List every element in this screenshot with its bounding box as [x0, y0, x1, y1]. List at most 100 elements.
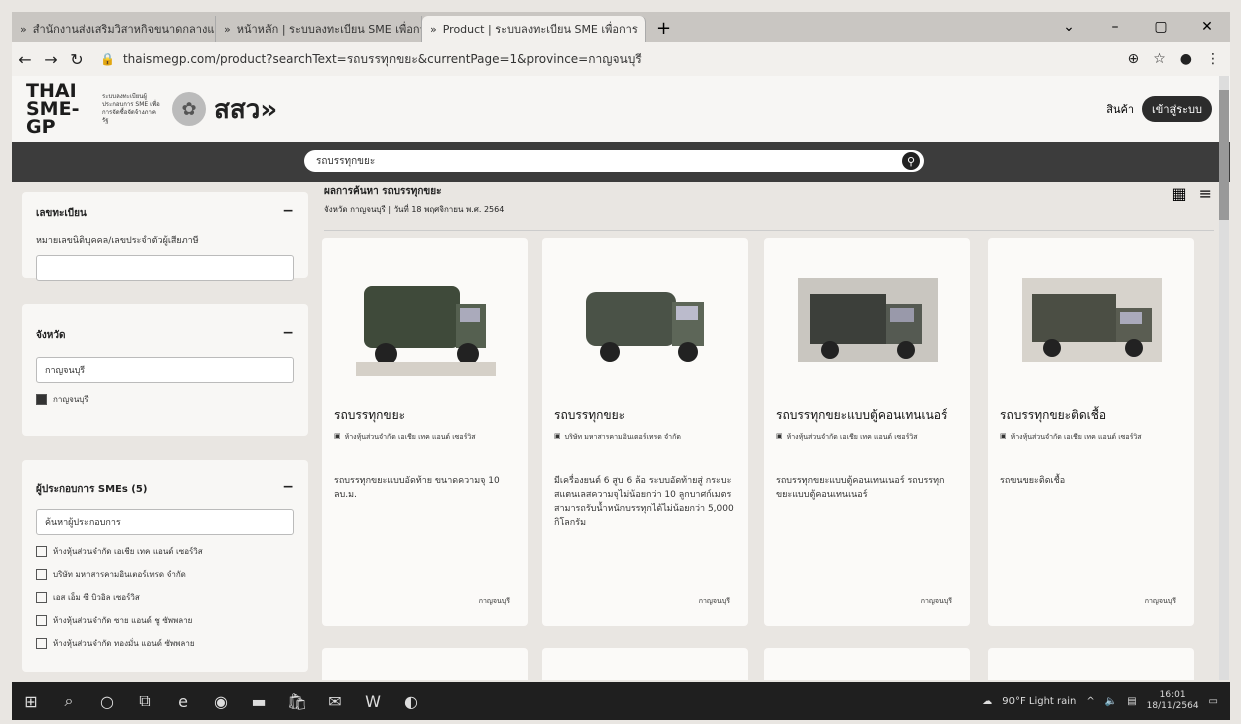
results-subtitle: จังหวัด กาญจนบุรี | วันที่ 18 พฤศจิกายน … [324, 205, 505, 214]
weather-text[interactable]: 90°F Light rain [1002, 696, 1076, 707]
seller-checkbox[interactable]: เอส เอ็ม ซี บิวอิล เซอร์วิส [36, 591, 294, 604]
taskbar-clock[interactable]: 16:01 18/11/2564 [1147, 690, 1199, 712]
results-title: ผลการค้นหา รถบรรทุกขยะ [324, 186, 442, 197]
menu-kebab-icon[interactable]: ⋮ [1206, 51, 1220, 67]
seller-checkbox[interactable]: บริษัท มหาสารคามอินเตอร์เทรด จำกัด [36, 568, 294, 581]
logo-subtitle: ระบบลงทะเบียนผู้ประกอบการ SME เพื่อการจั… [102, 93, 160, 124]
product-card[interactable]: รถบรรทุกขยะแบบตู้คอนเทนเนอร์ ▣ ห้างหุ้นส่… [764, 238, 970, 626]
clock-date: 18/11/2564 [1146, 701, 1199, 711]
word-icon[interactable]: W [354, 692, 392, 711]
windows-start-icon[interactable]: ⊞ [12, 692, 50, 711]
volume-icon[interactable]: 🔈 [1105, 696, 1117, 707]
search-icon[interactable]: ⚲ [902, 152, 920, 170]
checkbox-icon [36, 615, 47, 626]
search-icon[interactable]: ⌕ [50, 691, 88, 711]
maximize-icon[interactable]: ▢ [1138, 19, 1184, 35]
view-toggle: ▦ ≡ [1171, 184, 1212, 203]
emblem-icon: ✿ [172, 92, 206, 126]
store-icon: ▣ [776, 432, 783, 440]
grid-view-icon[interactable]: ▦ [1171, 184, 1186, 203]
scrollbar-thumb[interactable] [1219, 90, 1229, 220]
list-view-icon[interactable]: ≡ [1199, 184, 1212, 203]
profile-icon[interactable]: ● [1180, 51, 1192, 67]
product-description: รถบรรทุกขยะแบบอัดท้าย ขนาดความจุ 10 ลบ.ม… [334, 476, 500, 500]
lock-icon: 🔒 [100, 52, 115, 66]
chrome-icon[interactable]: ◉ [202, 692, 240, 711]
page-scrollbar[interactable] [1219, 76, 1229, 680]
seller-checkbox-label: ห้างหุ้นส่วนจำกัด ทองมั่น แอนด์ ซัพพลาย [53, 639, 195, 648]
collapse-icon[interactable]: − [282, 480, 294, 497]
tab-search-icon[interactable]: ⌄ [1046, 19, 1092, 35]
url-field[interactable]: 🔒 thaismegp.com/product?searchText=รถบรร… [100, 46, 1117, 72]
minimize-icon[interactable]: – [1092, 19, 1138, 35]
mail-icon[interactable]: ✉ [316, 692, 354, 711]
search-input-value: รถบรรทุกขยะ [316, 155, 376, 167]
search-band: รถบรรทุกขยะ ⚲ [12, 142, 1230, 182]
cortana-icon[interactable]: ○ [88, 692, 126, 711]
reload-icon[interactable]: ↻ [64, 50, 90, 69]
system-tray: ☁ 90°F Light rain ^ 🔈 ▤ 16:01 18/11/2564… [982, 690, 1230, 712]
cart-link[interactable]: สินค้า [1106, 100, 1134, 118]
browser-tab[interactable]: » หน้าหลัก | ระบบลงทะเบียน SME เพื่อการ … [216, 16, 422, 42]
product-card[interactable]: รถบรรทุกขยะ ▣ ห้างหุ้นส่วนจำกัด เอเชีย เท… [322, 238, 528, 626]
new-tab-button[interactable]: + [646, 16, 681, 42]
site-favicon-icon: » [224, 23, 231, 36]
seller-checkbox[interactable]: ห้างหุ้นส่วนจำกัด ทองมั่น แอนด์ ซัพพลาย [36, 637, 294, 650]
tab-label: Product | ระบบลงทะเบียน SME เพื่อการ [442, 23, 638, 36]
product-title[interactable]: รถบรรทุกขยะติดเชื้อ [1000, 406, 1190, 425]
task-view-icon[interactable]: ⧉ [126, 691, 164, 711]
product-title[interactable]: รถบรรทุกขยะแบบตู้คอนเทนเนอร์ [776, 406, 966, 425]
seller-checkbox-label: ห้างหุ้นส่วนจำกัด เอเชีย เทค แอนด์ เซอร์… [53, 547, 203, 556]
bookmark-star-icon[interactable]: ☆ [1153, 51, 1166, 67]
seller-checkbox[interactable]: ห้างหุ้นส่วนจำกัด เอเชีย เทค แอนด์ เซอร์… [36, 545, 294, 558]
zoom-icon[interactable]: ⊕ [1127, 51, 1139, 67]
product-seller-name: ห้างหุ้นส่วนจำกัด เอเชีย เทค แอนด์ เซอร์… [344, 433, 476, 441]
product-card[interactable] [988, 648, 1194, 680]
collapse-icon[interactable]: − [282, 204, 294, 221]
edge-browser-icon[interactable]: e [164, 692, 202, 711]
forward-arrow-icon[interactable]: → [38, 50, 64, 69]
product-seller: ▣ ห้างหุ้นส่วนจำกัด เอเชีย เทค แอนด์ เซอร… [1000, 432, 1190, 443]
app-icon[interactable]: ◐ [392, 692, 430, 711]
filter-province-title: จังหวัด [36, 330, 66, 341]
register-number-input[interactable] [36, 255, 294, 281]
notification-icon[interactable]: ▭ [1209, 696, 1218, 707]
product-seller: ▣ บริษัท มหาสารคามอินเตอร์เทรด จำกัด [554, 432, 744, 443]
product-card[interactable] [542, 648, 748, 680]
checkbox-icon [36, 592, 47, 603]
file-explorer-icon[interactable]: ▬ [240, 692, 278, 711]
store-icon[interactable]: 🛍 [278, 692, 316, 711]
collapse-icon[interactable]: − [282, 326, 294, 343]
brand-logo: สสว» [214, 94, 278, 125]
seller-checkbox-label: บริษัท มหาสารคามอินเตอร์เทรด จำกัด [53, 570, 186, 579]
store-icon: ▣ [1000, 432, 1007, 440]
seller-search-input[interactable]: ค้นหาผู้ประกอบการ [36, 509, 294, 535]
product-card[interactable] [764, 648, 970, 680]
product-title[interactable]: รถบรรทุกขยะ [554, 406, 744, 425]
pickup-truck-image [1022, 278, 1162, 362]
search-input[interactable]: รถบรรทุกขยะ ⚲ [304, 150, 924, 172]
product-card[interactable]: รถบรรทุกขยะติดเชื้อ ▣ ห้างหุ้นส่วนจำกัด เ… [988, 238, 1194, 626]
product-card[interactable] [322, 648, 528, 680]
product-seller-name: ห้างหุ้นส่วนจำกัด เอเชีย เทค แอนด์ เซอร์… [786, 433, 918, 441]
clock-time: 16:01 [1159, 690, 1186, 700]
browser-tab-strip: » สำนักงานส่งเสริมวิสาหกิจขนาดกลางและ ✕ … [12, 12, 1230, 42]
site-favicon-icon: » [20, 23, 27, 36]
product-location: กาญจนบุรี [920, 597, 952, 605]
close-window-icon[interactable]: ✕ [1184, 19, 1230, 35]
filter-register-sub: หมายเลขนิติบุคคล/เลขประจำตัวผู้เสียภาษี [36, 236, 199, 246]
product-card[interactable]: รถบรรทุกขยะ ▣ บริษัท มหาสารคามอินเตอร์เทร… [542, 238, 748, 626]
province-input[interactable]: กาญจนบุรี [36, 357, 294, 383]
back-arrow-icon[interactable]: ← [12, 50, 38, 69]
garbage-truck-image [356, 264, 496, 376]
product-title[interactable]: รถบรรทุกขยะ [334, 406, 524, 425]
province-checkbox[interactable]: กาญจนบุรี [36, 393, 294, 406]
seller-checkbox[interactable]: ห้างหุ้นส่วนจำกัด ซาย แอนด์ ชู ซัพพลาย [36, 614, 294, 627]
site-logo[interactable]: THAI SME-GP ระบบลงทะเบียนผู้ประกอบการ SM… [26, 82, 278, 137]
browser-tab-active[interactable]: » Product | ระบบลงทะเบียน SME เพื่อการ ✕ [422, 16, 646, 42]
login-button[interactable]: เข้าสู่ระบบ [1142, 96, 1212, 122]
network-icon[interactable]: ▤ [1127, 696, 1136, 707]
tray-chevron-icon[interactable]: ^ [1086, 696, 1094, 707]
browser-tab[interactable]: » สำนักงานส่งเสริมวิสาหกิจขนาดกลางและ ✕ [12, 16, 216, 42]
checkbox-icon [36, 569, 47, 580]
